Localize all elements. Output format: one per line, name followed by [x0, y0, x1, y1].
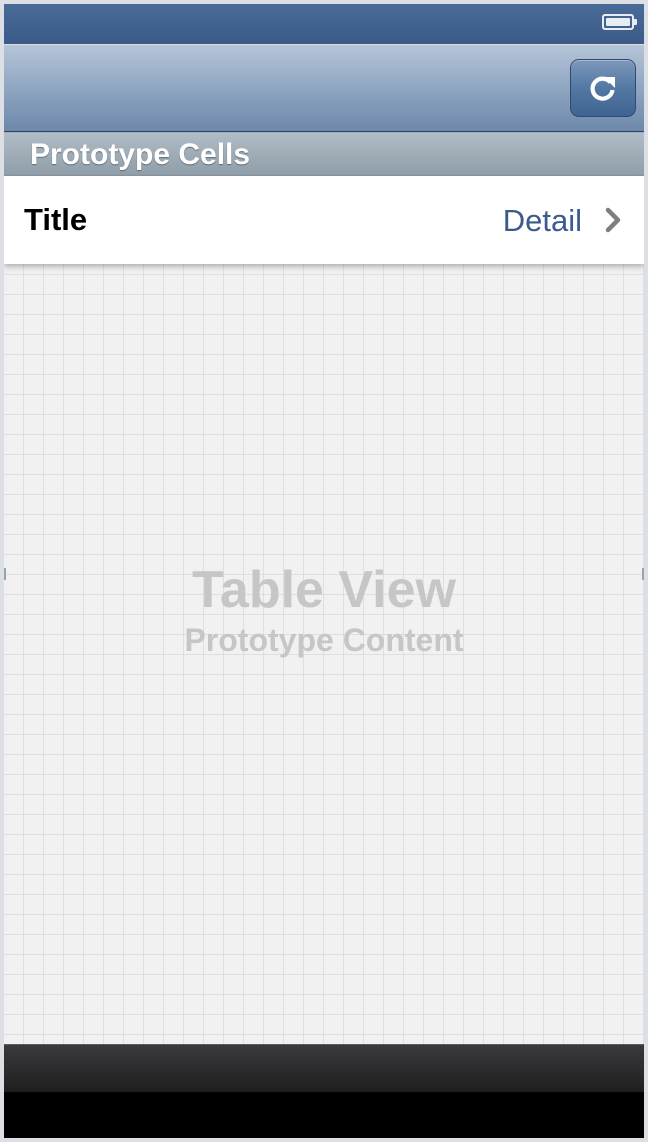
- cell-detail: Detail: [502, 203, 582, 238]
- cell-title: Title: [24, 202, 88, 237]
- refresh-icon: [590, 76, 615, 101]
- table-view-placeholder: Table View Prototype Content: [4, 560, 644, 660]
- resize-handle-left[interactable]: [4, 568, 6, 580]
- toolbar: [4, 1044, 644, 1138]
- chevron-right-icon: [605, 207, 621, 233]
- storyboard-scene: Prototype Cells Title Detail Table View …: [0, 0, 648, 1142]
- section-header: Prototype Cells: [4, 132, 644, 176]
- refresh-button[interactable]: [570, 59, 636, 117]
- navigation-bar: [4, 44, 644, 132]
- placeholder-title: Table View: [192, 561, 456, 619]
- resize-handle-right[interactable]: [642, 568, 644, 580]
- battery-full-icon: [602, 14, 637, 30]
- table-cell[interactable]: Title Detail: [4, 176, 644, 264]
- placeholder-subtitle: Prototype Content: [184, 622, 464, 658]
- status-bar: [4, 4, 644, 44]
- section-header-label: Prototype Cells: [30, 138, 251, 171]
